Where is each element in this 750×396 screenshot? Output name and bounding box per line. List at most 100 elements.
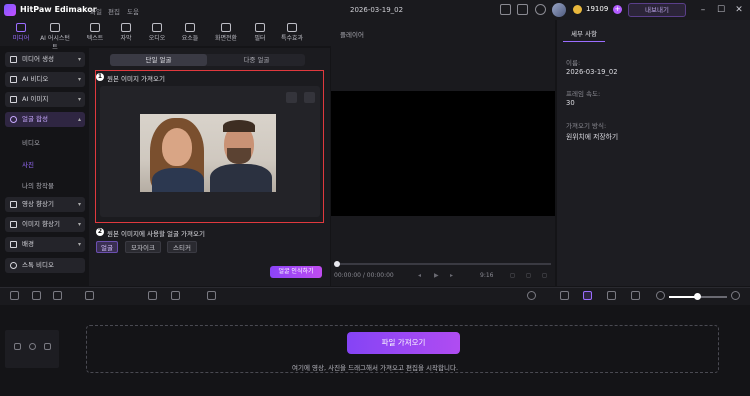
tool-transition[interactable]: 화면전환 bbox=[209, 22, 243, 44]
step-1-label: 원본 이미지 가져오기 bbox=[107, 75, 165, 83]
sidebar-item-stock-video[interactable]: 스톡 비디오 bbox=[5, 258, 85, 273]
transition-icon bbox=[221, 23, 231, 32]
sidebar-subitem-video[interactable]: 비디오 bbox=[22, 137, 40, 147]
chevron-down-icon: ▾ bbox=[77, 241, 81, 248]
info-icon[interactable] bbox=[535, 4, 546, 15]
step-1-badge: 1 bbox=[96, 73, 104, 81]
import-mode-label: 가져오기 방식: bbox=[566, 122, 607, 130]
sidebar-subitem-photo[interactable]: 사진 bbox=[22, 159, 34, 169]
import-file-button[interactable]: 파일 가져오기 bbox=[347, 332, 460, 354]
zoom-slider-handle[interactable] bbox=[694, 293, 701, 300]
recognize-face-button[interactable]: 얼굴 인식하기 bbox=[270, 266, 322, 278]
tool-ai-assistant[interactable]: AI 어시스턴트 bbox=[38, 22, 72, 51]
magnet-icon[interactable] bbox=[583, 291, 592, 300]
add-media-icon[interactable] bbox=[207, 291, 216, 300]
chevron-down-icon: ▾ bbox=[77, 96, 81, 103]
credits-count: 19109 bbox=[586, 5, 609, 13]
filter-icon bbox=[255, 23, 265, 32]
image-enhance-icon bbox=[10, 221, 17, 228]
track-mute-icon[interactable] bbox=[44, 343, 51, 350]
person-hair bbox=[223, 120, 255, 132]
next-frame-icon[interactable]: ▸ bbox=[450, 272, 453, 279]
elements-icon bbox=[185, 23, 195, 32]
folder-icon bbox=[16, 23, 26, 32]
menu-edit[interactable]: 편집 bbox=[108, 6, 120, 16]
seek-handle[interactable] bbox=[334, 261, 340, 267]
tab-details[interactable]: 세부 사항 bbox=[563, 28, 605, 42]
avatar[interactable] bbox=[552, 3, 566, 17]
sidebar-subitem-my-creations[interactable]: 나의 창작물 bbox=[22, 180, 54, 190]
text-template-icon[interactable] bbox=[171, 291, 180, 300]
project-title: 2026-03-19_02 bbox=[350, 6, 404, 14]
chip-face[interactable]: 얼굴 bbox=[96, 241, 118, 253]
sidebar-item-ai-video[interactable]: AI 비디오 ▾ bbox=[5, 72, 85, 87]
chevron-down-icon: ▾ bbox=[77, 221, 81, 228]
tool-effects[interactable]: 특수효과 bbox=[275, 22, 309, 44]
person-face bbox=[162, 128, 192, 166]
snapshot-icon[interactable]: ◻ bbox=[510, 272, 515, 279]
fullscreen-icon[interactable]: ◻ bbox=[542, 272, 547, 279]
feedback-icon[interactable] bbox=[517, 4, 528, 15]
chevron-down-icon: ▾ bbox=[77, 201, 81, 208]
zoom-fit-icon[interactable] bbox=[631, 291, 640, 300]
link-icon[interactable] bbox=[560, 291, 569, 300]
person-body bbox=[152, 168, 204, 192]
volume-icon[interactable]: ◻ bbox=[526, 272, 531, 279]
chevron-up-icon: ▴ bbox=[77, 116, 81, 123]
menu-help[interactable]: 도움 bbox=[127, 6, 139, 16]
ai-icon bbox=[50, 23, 60, 32]
name-value: 2026-03-19_02 bbox=[566, 68, 618, 76]
chevron-down-icon: ▾ bbox=[77, 76, 81, 83]
sidebar-item-image-enhancer[interactable]: 이미지 향상기 ▾ bbox=[5, 217, 85, 232]
playback-time: 00:00:00 / 00:00:00 bbox=[334, 272, 394, 279]
sidebar-item-face-swap[interactable]: 얼굴 합성 ▴ bbox=[5, 112, 85, 127]
track-visible-icon[interactable] bbox=[29, 343, 36, 350]
tool-media[interactable]: 미디어 bbox=[4, 22, 38, 44]
track-lock-icon[interactable] bbox=[14, 343, 21, 350]
tab-single-face[interactable]: 단일 얼굴 bbox=[110, 54, 207, 66]
drop-hint: 여기에 영상, 사진을 드래그해서 가져오고 편집을 시작합니다. bbox=[291, 364, 459, 372]
shield-icon[interactable] bbox=[148, 291, 157, 300]
tool-text[interactable]: 텍스트 bbox=[78, 22, 112, 44]
add-credits-icon[interactable]: + bbox=[613, 5, 622, 14]
preview-screen[interactable] bbox=[331, 91, 555, 216]
maximize-icon[interactable]: ☐ bbox=[715, 4, 727, 16]
aspect-ratio[interactable]: 9:16 bbox=[480, 272, 493, 279]
export-button[interactable]: 내보내기 bbox=[628, 3, 686, 17]
zoom-out-icon[interactable] bbox=[656, 291, 665, 300]
delete-icon[interactable] bbox=[53, 291, 62, 300]
play-icon[interactable]: ▶ bbox=[434, 272, 439, 279]
close-icon[interactable]: ✕ bbox=[733, 4, 745, 16]
undo-icon[interactable] bbox=[10, 291, 19, 300]
fps-value: 30 bbox=[566, 99, 575, 107]
tool-elements[interactable]: 요소들 bbox=[173, 22, 207, 44]
delete-icon[interactable] bbox=[304, 92, 315, 103]
ai-video-icon bbox=[10, 76, 17, 83]
prev-frame-icon[interactable]: ◂ bbox=[418, 272, 421, 279]
zoom-in-icon[interactable] bbox=[731, 291, 740, 300]
sidebar-item-background[interactable]: 배경 ▾ bbox=[5, 237, 85, 252]
text-icon bbox=[90, 23, 100, 32]
menu-file[interactable]: 파일 bbox=[90, 6, 102, 16]
sidebar-item-ai-image[interactable]: AI 이미지 ▾ bbox=[5, 92, 85, 107]
source-photo bbox=[140, 114, 276, 192]
fit-icon[interactable] bbox=[607, 291, 616, 300]
seek-bar[interactable] bbox=[336, 263, 551, 265]
sidebar-item-video-enhancer[interactable]: 영상 향상기 ▾ bbox=[5, 197, 85, 212]
notification-icon[interactable] bbox=[500, 4, 511, 15]
microphone-icon[interactable] bbox=[527, 291, 536, 300]
tool-filter[interactable]: 필터 bbox=[243, 22, 277, 44]
zoom-slider-fill bbox=[669, 296, 697, 298]
redo-icon[interactable] bbox=[32, 291, 41, 300]
split-icon[interactable] bbox=[85, 291, 94, 300]
sidebar-item-media-generate[interactable]: 미디어 생성 ▾ bbox=[5, 52, 85, 67]
tab-multi-face[interactable]: 다중 얼굴 bbox=[208, 54, 305, 66]
chip-sticker[interactable]: 스티커 bbox=[167, 241, 197, 253]
person-body bbox=[210, 164, 272, 192]
tool-audio[interactable]: 오디오 bbox=[140, 22, 174, 44]
tool-subtitle[interactable]: 자막 bbox=[109, 22, 143, 44]
subtitle-icon bbox=[121, 23, 131, 32]
crop-icon[interactable] bbox=[286, 92, 297, 103]
minimize-icon[interactable]: – bbox=[697, 4, 709, 16]
chip-mosaic[interactable]: 모자이크 bbox=[125, 241, 161, 253]
